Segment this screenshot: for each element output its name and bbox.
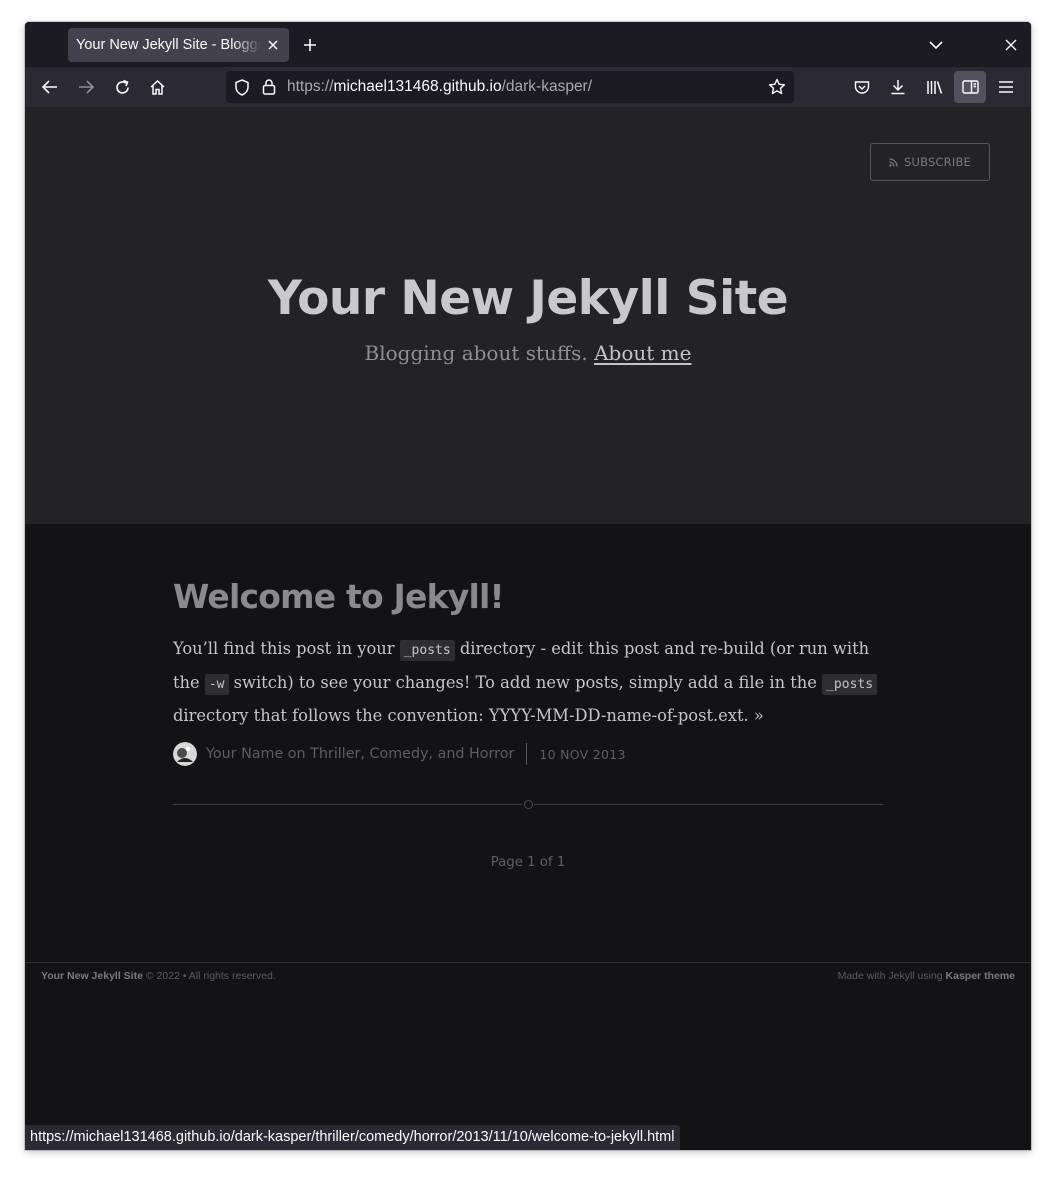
site-header: SUBSCRIBE Your New Jekyll Site Blogging … xyxy=(25,107,1031,524)
author-link[interactable]: Your Name on Thriller, Comedy, and Horro… xyxy=(206,746,514,762)
new-tab-icon[interactable] xyxy=(295,30,325,60)
post-title-link[interactable]: Welcome to Jekyll! xyxy=(173,575,883,619)
excerpt-text: You’ll find this post in your xyxy=(173,639,400,658)
pagination-text: Page 1 of 1 xyxy=(490,855,566,870)
close-window-icon[interactable] xyxy=(996,30,1026,60)
web-page: SUBSCRIBE Your New Jekyll Site Blogging … xyxy=(25,107,1031,1150)
bookmark-star-icon[interactable] xyxy=(768,78,786,101)
post-preview: Welcome to Jekyll! You’ll find this post… xyxy=(173,575,883,732)
copyright-text: © 2022 • All rights reserved. xyxy=(142,970,276,982)
footer-copyright: Your New Jekyll Site © 2022 • All rights… xyxy=(41,970,276,982)
inline-code: -w xyxy=(204,673,229,695)
excerpt-text: directory that follows the convention: Y… xyxy=(173,706,754,725)
about-me-link[interactable]: About me xyxy=(594,341,691,365)
tab-strip: Your New Jekyll Site - Blogging about st… xyxy=(25,22,1031,67)
footer-site-link[interactable]: Your New Jekyll Site xyxy=(41,970,143,982)
lock-icon[interactable] xyxy=(262,78,276,100)
site-title: Your New Jekyll Site xyxy=(267,271,789,326)
address-bar[interactable]: https://michael131468.github.io/dark-kas… xyxy=(226,71,794,103)
navigation-toolbar: https://michael131468.github.io/dark-kas… xyxy=(25,67,1031,107)
footer-credits: Made with Jekyll using Kasper theme xyxy=(838,970,1015,982)
site-description: Blogging about stuffs. About me xyxy=(25,341,1031,365)
inline-code: _posts xyxy=(822,673,878,695)
footer-divider xyxy=(25,962,1031,963)
made-with-text: Made with Jekyll using xyxy=(837,970,946,982)
post-meta: Your Name on Thriller, Comedy, and Horro… xyxy=(173,740,626,768)
theme-link[interactable]: Kasper theme xyxy=(946,970,1015,982)
divider-circle-icon xyxy=(522,799,534,810)
downloads-icon[interactable] xyxy=(882,71,914,103)
browser-tab[interactable]: Your New Jekyll Site - Blogging about st… xyxy=(68,28,289,62)
url-host: michael131468.github.io xyxy=(333,78,502,95)
home-icon[interactable] xyxy=(141,71,173,103)
author-avatar xyxy=(173,742,197,766)
post-excerpt: You’ll find this post in your _posts dir… xyxy=(173,633,883,732)
sidebar-toggle-icon[interactable] xyxy=(954,71,986,103)
reload-icon[interactable] xyxy=(106,71,138,103)
inline-code: _posts xyxy=(399,640,455,661)
url-path: /dark-kasper/ xyxy=(501,78,593,95)
menu-hamburger-icon[interactable] xyxy=(990,71,1022,103)
back-icon[interactable] xyxy=(34,71,66,103)
close-tab-icon[interactable] xyxy=(261,33,285,57)
tracking-protection-shield-icon[interactable] xyxy=(234,79,250,101)
url-scheme: https:// xyxy=(287,78,334,95)
rss-icon xyxy=(889,157,898,167)
subscribe-button[interactable]: SUBSCRIBE xyxy=(870,143,990,181)
forward-icon[interactable] xyxy=(70,71,102,103)
list-tabs-icon[interactable] xyxy=(921,30,951,60)
tab-title: Your New Jekyll Site - Blogging about st… xyxy=(76,37,261,53)
post-date: 10 NOV 2013 xyxy=(539,746,626,762)
section-divider xyxy=(173,799,883,810)
site-description-text: Blogging about stuffs. xyxy=(364,341,588,365)
read-more-link[interactable]: » xyxy=(754,706,764,725)
browser-window: Your New Jekyll Site - Blogging about st… xyxy=(25,22,1031,1150)
subscribe-label: SUBSCRIBE xyxy=(903,155,972,169)
meta-divider xyxy=(526,743,528,765)
status-bar-url: https://michael131468.github.io/dark-kas… xyxy=(25,1125,680,1150)
pocket-icon[interactable] xyxy=(846,71,878,103)
url-text[interactable]: https://michael131468.github.io/dark-kas… xyxy=(287,71,592,103)
excerpt-text: switch) to see your changes! To add new … xyxy=(228,672,823,692)
library-icon[interactable] xyxy=(918,71,950,103)
